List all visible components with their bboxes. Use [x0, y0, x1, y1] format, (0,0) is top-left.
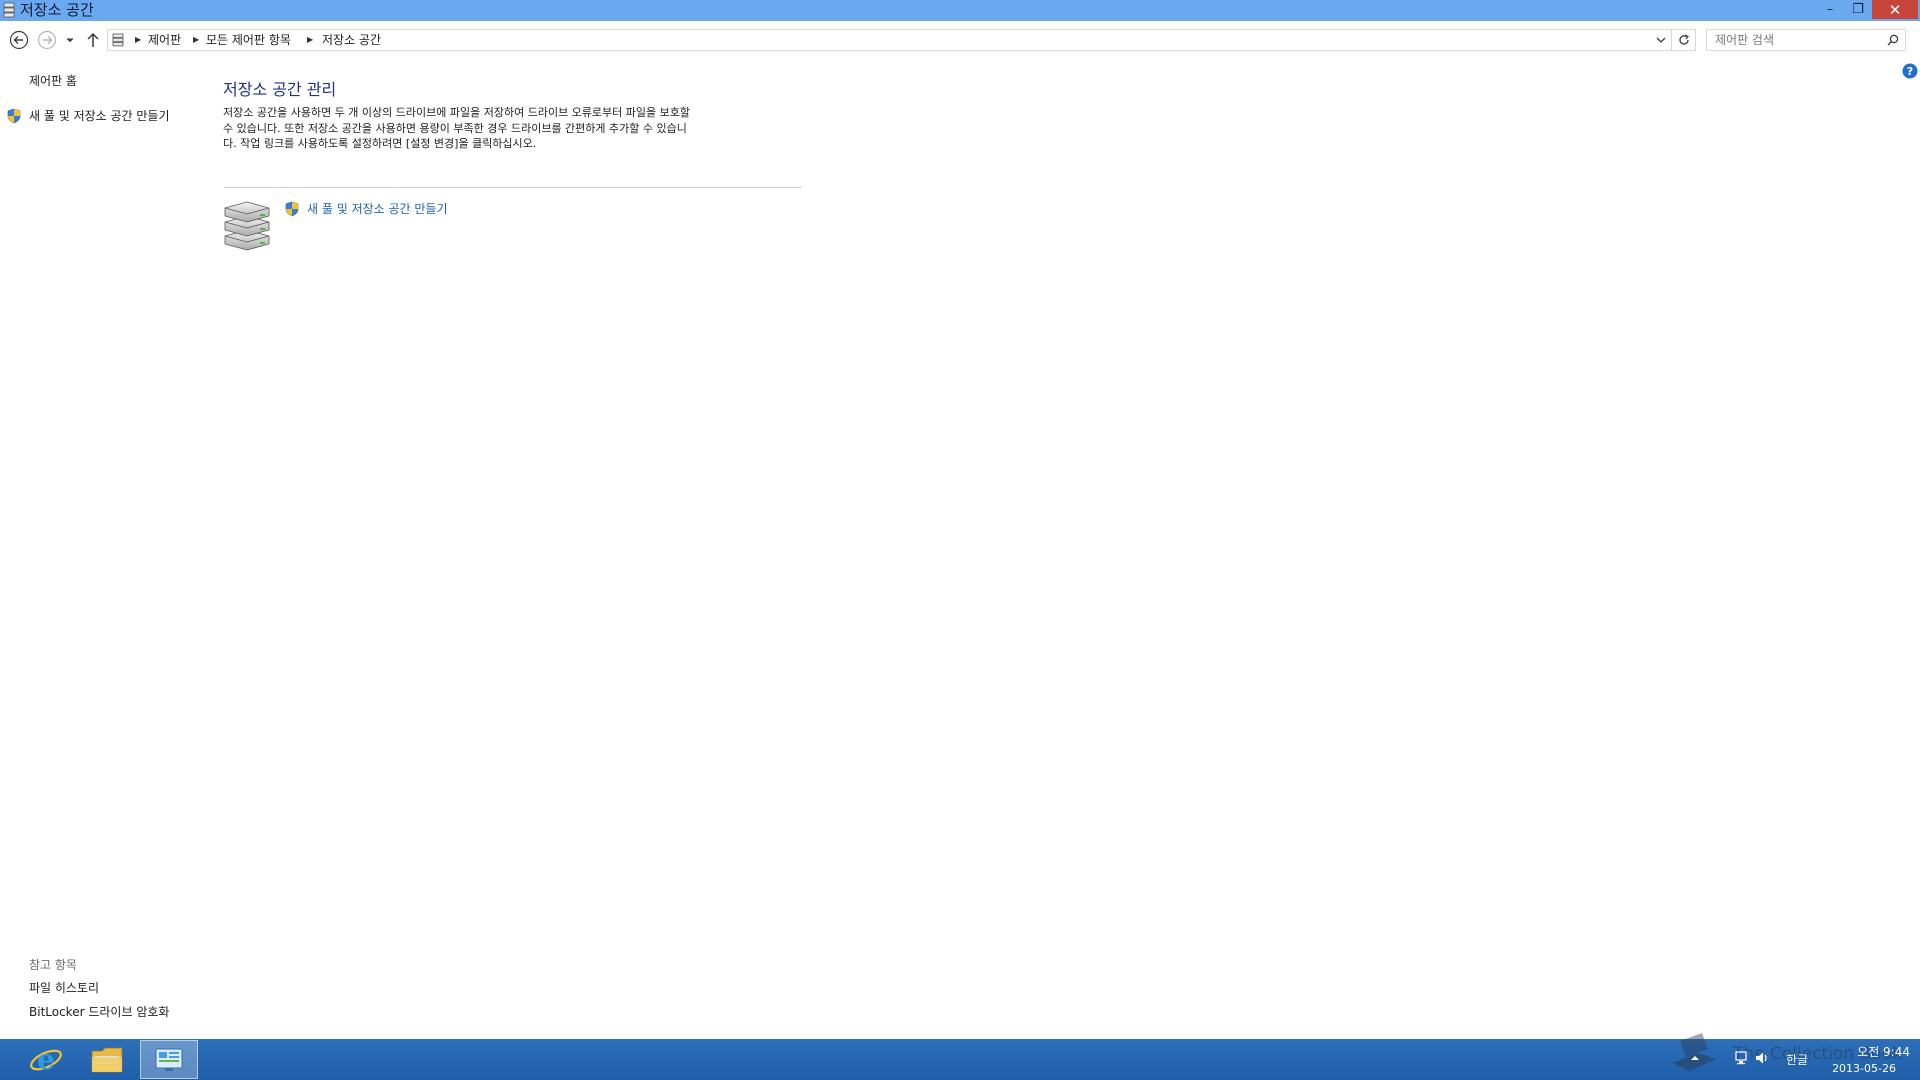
chevron-down-icon: [66, 38, 74, 43]
sidebar-create-pool-link[interactable]: 새 풀 및 저장소 공간 만들기: [6, 108, 170, 124]
storage-spaces-icon: [3, 2, 15, 18]
breadcrumb-storage-spaces[interactable]: 저장소 공간: [322, 32, 381, 48]
sidebar-control-panel-home[interactable]: 제어판 홈: [29, 73, 77, 89]
uac-shield-icon: [7, 108, 21, 124]
chevron-down-icon[interactable]: [1655, 33, 1667, 47]
ime-indicator[interactable]: 한글: [1786, 1052, 1808, 1068]
page-title: 저장소 공간 관리: [223, 80, 337, 99]
search-box[interactable]: [1706, 29, 1906, 51]
help-icon[interactable]: ?: [1902, 63, 1918, 79]
address-bar[interactable]: ▶ 제어판 ▶ 모든 제어판 항목 ▶ 저장소 공간: [107, 29, 1672, 51]
see-also-file-history[interactable]: 파일 히스토리: [29, 980, 99, 996]
taskbar-control-panel[interactable]: [140, 1040, 198, 1079]
create-pool-link[interactable]: 새 풀 및 저장소 공간 만들기: [284, 201, 448, 217]
page-description: 저장소 공간을 사용하면 두 개 이상의 드라이브에 파일을 저장하여 드라이브…: [223, 106, 690, 150]
taskbar: e: [0, 1039, 1920, 1080]
forward-arrow-icon: [37, 30, 57, 50]
sidebar-create-pool-label: 새 풀 및 저장소 공간 만들기: [29, 109, 170, 123]
up-arrow-icon: [87, 32, 99, 47]
network-icon[interactable]: [1733, 1050, 1749, 1066]
control-panel-icon: [155, 1048, 183, 1071]
taskbar-file-explorer[interactable]: [78, 1040, 136, 1079]
breadcrumb-separator-icon[interactable]: ▶: [307, 34, 315, 46]
clock-date[interactable]: 2013-05-26: [1820, 1061, 1896, 1076]
title-bar: 저장소 공간 – ❐ ✕: [0, 0, 1920, 21]
volume-icon[interactable]: [1754, 1050, 1770, 1066]
create-pool-link-label: 새 풀 및 저장소 공간 만들기: [307, 202, 448, 216]
storage-spaces-icon: [112, 33, 124, 47]
uac-shield-icon: [285, 201, 299, 217]
refresh-button[interactable]: [1672, 29, 1696, 51]
search-input[interactable]: [1707, 30, 1883, 50]
search-icon[interactable]: [1887, 34, 1899, 46]
forward-button[interactable]: [36, 29, 58, 51]
minimize-button[interactable]: –: [1816, 0, 1844, 19]
show-hidden-icons-icon[interactable]: [1689, 1052, 1701, 1064]
breadcrumb-separator-icon[interactable]: ▶: [193, 34, 201, 46]
close-button[interactable]: ✕: [1872, 0, 1918, 19]
back-button[interactable]: [8, 29, 30, 51]
svg-text:?: ?: [1907, 65, 1913, 78]
recent-locations-button[interactable]: [62, 29, 78, 51]
breadcrumb-separator-icon[interactable]: ▶: [135, 34, 143, 46]
breadcrumb-control-panel[interactable]: 제어판: [148, 32, 181, 48]
see-also-bitlocker[interactable]: BitLocker 드라이브 암호화: [29, 1004, 169, 1020]
window-title: 저장소 공간: [20, 1, 94, 19]
breadcrumb-all-items[interactable]: 모든 제어판 항목: [206, 32, 291, 48]
back-arrow-icon: [9, 30, 29, 50]
clock-time[interactable]: 오전 9:44: [1820, 1044, 1910, 1060]
section-divider: [224, 187, 802, 188]
taskbar-internet-explorer[interactable]: e: [17, 1040, 75, 1079]
see-also-heading: 참고 항목: [29, 958, 77, 972]
up-button[interactable]: [82, 29, 104, 51]
restore-button[interactable]: ❐: [1844, 0, 1872, 19]
internet-explorer-icon: e: [30, 1043, 62, 1076]
navigation-bar: ▶ 제어판 ▶ 모든 제어판 항목 ▶ 저장소 공간: [0, 21, 1920, 59]
svg-text:e: e: [37, 1043, 55, 1076]
refresh-icon: [1678, 34, 1689, 45]
storage-pool-icon: [224, 201, 270, 251]
folder-icon: [91, 1047, 123, 1072]
